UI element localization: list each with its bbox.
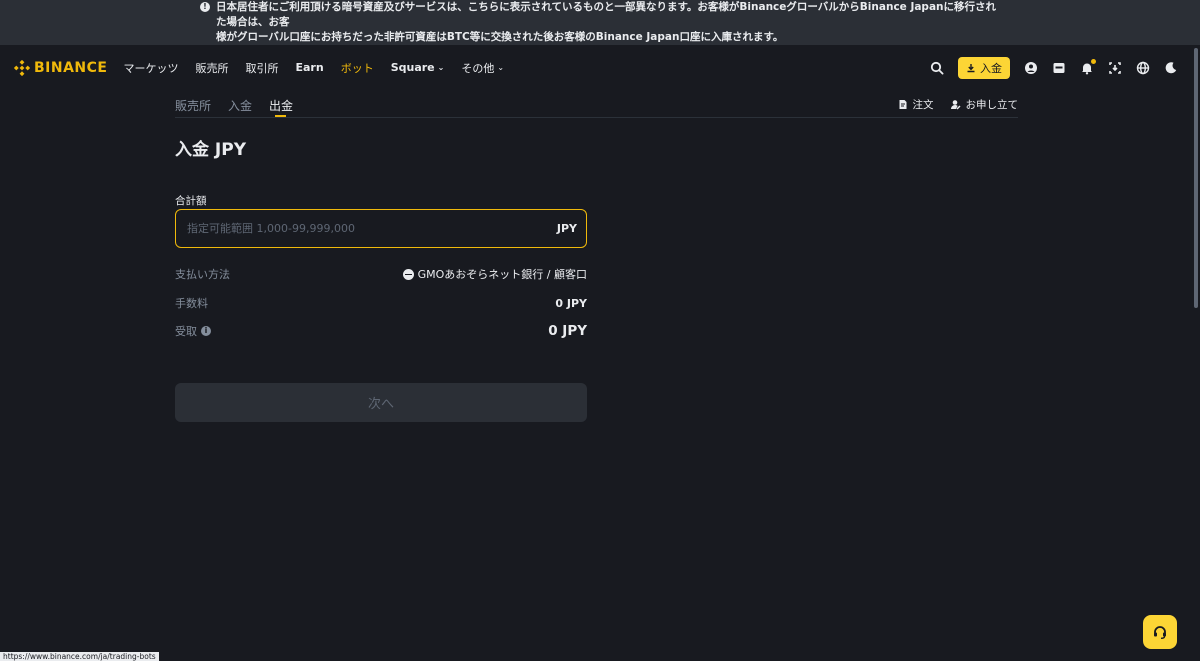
download-icon bbox=[967, 63, 975, 72]
nav-earn[interactable]: Earn bbox=[296, 61, 324, 74]
fee-row: 手数料 0 JPY bbox=[175, 295, 587, 311]
headset-icon bbox=[1154, 626, 1166, 639]
amount-label: 合計額 bbox=[175, 195, 207, 207]
header-actions: 入金 bbox=[930, 56, 1178, 79]
tab-withdraw[interactable]: 出金 bbox=[269, 90, 293, 117]
notification-dot bbox=[1091, 58, 1096, 64]
user-edit-icon bbox=[950, 100, 960, 110]
amount-field[interactable]: JPY bbox=[175, 209, 587, 248]
claim-link-label: お申し立て bbox=[965, 99, 1019, 111]
wallet-icon[interactable] bbox=[1052, 61, 1066, 75]
scrollbar[interactable] bbox=[1194, 48, 1198, 308]
nav-square[interactable]: Square ⌄ bbox=[391, 61, 445, 74]
subnav-links: 注文 お申し立て bbox=[898, 90, 1019, 112]
binance-logo[interactable]: BINANCE bbox=[14, 59, 108, 76]
receive-value: 0 JPY bbox=[548, 323, 587, 339]
nav-square-label: Square bbox=[390, 61, 435, 74]
tab-deposit[interactable]: 入金 bbox=[228, 90, 252, 117]
binance-logo-icon bbox=[14, 59, 30, 76]
amount-unit: JPY bbox=[556, 222, 577, 235]
account-icon[interactable] bbox=[1024, 61, 1038, 75]
notice-line-2: 様がグローバル口座にお持ちだった非許可資産はBTC等に交換された後お客様のBin… bbox=[216, 31, 784, 43]
status-bar-url: https://www.binance.com/ja/trading-bots bbox=[0, 652, 159, 661]
fee-label: 手数料 bbox=[175, 297, 208, 310]
deposit-button-label: 入金 bbox=[980, 61, 1002, 75]
notice-banner: ! 日本居住者にご利用頂ける暗号資産及びサービスは、こちらに表示されているものと… bbox=[0, 0, 1200, 45]
claim-link[interactable]: お申し立て bbox=[950, 97, 1019, 112]
globe-icon[interactable] bbox=[1136, 61, 1150, 75]
bell-icon[interactable] bbox=[1080, 58, 1096, 75]
deposit-button[interactable]: 入金 bbox=[958, 56, 1010, 79]
payment-method-row: 支払い方法 GMOあおぞらネット銀行 / 顧客口 bbox=[175, 266, 587, 282]
notice-text: 日本居住者にご利用頂ける暗号資産及びサービスは、こちらに表示されているものと一部… bbox=[216, 0, 1000, 45]
info-icon: ! bbox=[200, 2, 210, 12]
nav-bots[interactable]: ボット bbox=[341, 60, 374, 76]
bank-icon bbox=[402, 268, 414, 280]
receive-label-group: 受取 i bbox=[175, 323, 211, 339]
nav-markets[interactable]: マーケッツ bbox=[124, 60, 179, 76]
page-title: 入金 JPY bbox=[175, 140, 247, 160]
support-chat-button[interactable] bbox=[1143, 615, 1177, 649]
nav-exchange[interactable]: 取引所 bbox=[246, 60, 279, 76]
notice-line-1: 日本居住者にご利用頂ける暗号資産及びサービスは、こちらに表示されているものと一部… bbox=[216, 1, 997, 28]
download-app-icon[interactable] bbox=[1108, 61, 1122, 75]
moon-icon[interactable] bbox=[1164, 61, 1178, 75]
chevron-down-icon: ⌄ bbox=[497, 63, 505, 72]
receive-label: 受取 bbox=[175, 325, 197, 338]
receive-row: 受取 i 0 JPY bbox=[175, 323, 587, 339]
payment-method-text: GMOあおぞらネット銀行 / 顧客口 bbox=[417, 268, 587, 281]
amount-input[interactable] bbox=[185, 221, 557, 236]
tab-convert[interactable]: 販売所 bbox=[175, 90, 211, 117]
fee-value: 0 JPY bbox=[555, 296, 587, 310]
orders-link[interactable]: 注文 bbox=[898, 97, 934, 112]
search-icon[interactable] bbox=[930, 61, 944, 75]
logo-text: BINANCE bbox=[34, 59, 108, 76]
nav-more[interactable]: その他 ⌄ bbox=[461, 60, 504, 76]
document-icon bbox=[899, 100, 906, 109]
next-button[interactable]: 次へ bbox=[175, 383, 587, 422]
nav-convert[interactable]: 販売所 bbox=[196, 60, 229, 76]
nav-more-label: その他 bbox=[461, 61, 495, 75]
chevron-down-icon: ⌄ bbox=[437, 63, 445, 72]
sub-navigation: 販売所 入金 出金 注文 お申し立て bbox=[175, 90, 1018, 118]
orders-link-label: 注文 bbox=[912, 99, 934, 111]
payment-method-value[interactable]: GMOあおぞらネット銀行 / 顧客口 bbox=[402, 266, 587, 282]
main-nav: マーケッツ 販売所 取引所 Earn ボット Square ⌄ その他 ⌄ bbox=[124, 60, 505, 76]
payment-method-label: 支払い方法 bbox=[175, 268, 230, 281]
info-circle-icon[interactable]: i bbox=[201, 326, 211, 336]
top-header: BINANCE マーケッツ 販売所 取引所 Earn ボット Square ⌄ … bbox=[0, 45, 1200, 90]
